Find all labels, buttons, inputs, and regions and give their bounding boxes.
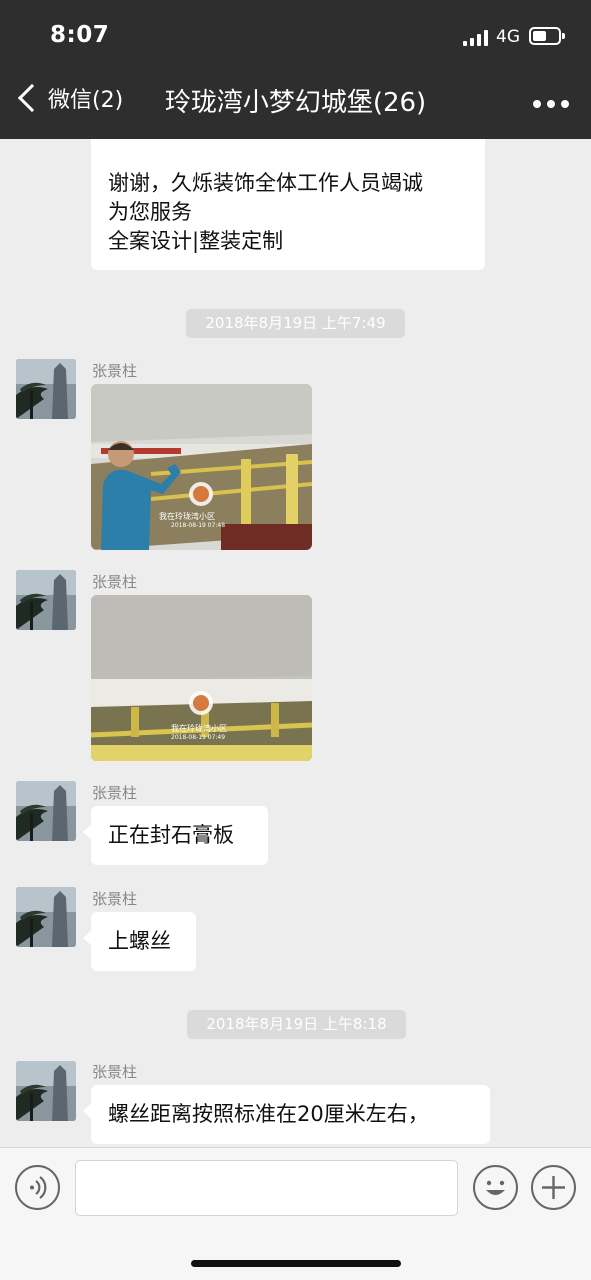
avatar[interactable] <box>16 359 76 419</box>
message-text: 螺丝距离按照标准在20厘米左右， <box>108 1102 429 1126</box>
message-text-line: 为您服务 <box>108 200 192 224</box>
message-bubble[interactable]: 谢谢，久烁装饰全体工作人员竭诚 为您服务 全案设计|整装定制 <box>91 139 485 270</box>
message-bubble[interactable]: 正在封石膏板 <box>83 806 268 865</box>
photo-watermark-date: 2018-08-19 07:48 <box>171 522 226 529</box>
avatar[interactable] <box>16 887 76 947</box>
input-bar <box>0 1147 591 1280</box>
avatar[interactable] <box>16 570 76 630</box>
photo-message[interactable]: 我在玲珑湾小区 2018-08-19 07:48 <box>91 384 312 550</box>
emoji-icon[interactable] <box>473 1165 518 1210</box>
message-bubble[interactable]: 螺丝距离按照标准在20厘米左右， <box>83 1085 490 1144</box>
more-icon[interactable] <box>533 100 569 108</box>
plus-icon[interactable] <box>531 1165 576 1210</box>
message-input[interactable] <box>75 1160 458 1216</box>
photo-watermark-date: 2018-08-19 07:49 <box>171 734 226 741</box>
sender-name: 张景柱 <box>92 784 138 802</box>
sender-name: 张景柱 <box>92 573 138 591</box>
home-indicator[interactable] <box>191 1260 401 1267</box>
message-list[interactable]: 谢谢，久烁装饰全体工作人员竭诚 为您服务 全案设计|整装定制 2018年8月19… <box>0 139 591 1147</box>
timestamp: 2018年8月19日 上午8:18 <box>187 1010 406 1039</box>
title-bar: 8:07 4G 微信(2) 玲珑湾小梦幻城堡(26) <box>0 0 591 139</box>
avatar[interactable] <box>16 781 76 841</box>
sender-name: 张景柱 <box>92 1063 138 1081</box>
network-type: 4G <box>496 27 520 47</box>
message-text: 正在封石膏板 <box>108 823 234 847</box>
voice-icon[interactable] <box>15 1165 60 1210</box>
message-text-line: 谢谢，久烁装饰全体工作人员竭诚 <box>108 171 423 195</box>
chat-title: 玲珑湾小梦幻城堡(26) <box>164 88 427 118</box>
photo-watermark: 我在玲珑湾小区 <box>171 724 227 733</box>
sender-name: 张景柱 <box>92 890 138 908</box>
photo-watermark: 我在玲珑湾小区 <box>159 512 215 521</box>
message-bubble[interactable]: 上螺丝 <box>83 912 196 971</box>
sender-name: 张景柱 <box>92 362 138 380</box>
message-text: 上螺丝 <box>108 929 171 953</box>
message-text-line: 全案设计|整装定制 <box>108 229 284 253</box>
avatar[interactable] <box>16 1061 76 1121</box>
signal-icon <box>463 30 488 46</box>
status-time: 8:07 <box>50 22 110 48</box>
battery-icon <box>529 27 565 45</box>
timestamp: 2018年8月19日 上午7:49 <box>186 309 405 338</box>
photo-message[interactable]: 我在玲珑湾小区 2018-08-19 07:49 <box>91 595 312 761</box>
